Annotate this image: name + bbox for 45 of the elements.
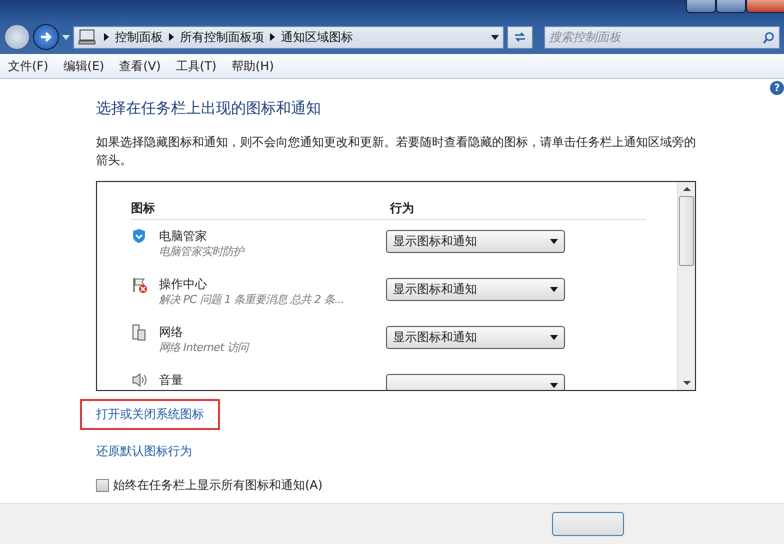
search-icon xyxy=(762,30,775,44)
breadcrumb-item[interactable]: 控制面板 xyxy=(115,28,163,46)
maximize-button[interactable] xyxy=(716,0,746,13)
checkbox-label[interactable]: 始终在任务栏上显示所有图标和通知(A) xyxy=(113,477,323,494)
description-text: 如果选择隐藏图标和通知，则不会向您通知更改和更新。若要随时查看隐藏的图标，请单击任务栏上通知区域旁的箭头。 xyxy=(96,134,697,169)
breadcrumb-arrow-icon[interactable] xyxy=(270,33,275,41)
link[interactable]: 还原默认图标行为 xyxy=(96,444,192,458)
refresh-button[interactable] xyxy=(507,26,533,48)
app-name: 音量 xyxy=(159,372,184,388)
search-field[interactable]: 搜索控制面板 xyxy=(544,26,780,48)
app-description: 电脑管家实时防护 xyxy=(159,244,246,259)
help-button[interactable]: ? xyxy=(770,81,784,95)
behavior-dropdown[interactable]: 显示图标和通知 xyxy=(386,326,565,349)
minimize-button[interactable] xyxy=(686,0,716,13)
computer-icon xyxy=(78,29,96,45)
page-heading: 选择在任务栏上出现的图标和通知 xyxy=(96,99,322,118)
menu-item[interactable]: 工具(T) xyxy=(176,58,216,74)
app-description: 解决 PC 问题 1 条重要消息 总共 2 条... xyxy=(159,292,345,307)
breadcrumb-arrow-icon[interactable] xyxy=(169,33,174,41)
behavior-dropdown[interactable]: 显示图标和通知 xyxy=(386,230,565,253)
address-bar[interactable]: 控制面板 所有控制面板项 通知区域图标 xyxy=(73,26,504,48)
menu-item[interactable]: 查看(V) xyxy=(119,58,161,74)
menu-item[interactable]: 文件(F) xyxy=(8,58,48,74)
back-button[interactable] xyxy=(4,24,30,50)
column-header: 图标 xyxy=(131,200,156,217)
speaker-icon xyxy=(131,372,149,390)
checkbox[interactable] xyxy=(96,479,109,492)
scrollbar[interactable] xyxy=(677,182,695,390)
app-description: 网络 Internet 访问 xyxy=(159,340,250,355)
menu-item[interactable]: 帮助(H) xyxy=(232,58,274,74)
close-button[interactable] xyxy=(746,0,784,13)
app-name: 网络 xyxy=(159,324,184,340)
column-header: 行为 xyxy=(390,200,414,217)
app-name: 操作中心 xyxy=(159,276,208,292)
forward-button[interactable] xyxy=(33,24,59,50)
breadcrumb-item[interactable]: 所有控制面板项 xyxy=(180,28,264,46)
dialog-button[interactable] xyxy=(552,512,624,536)
dropdown-arrow-icon[interactable] xyxy=(491,34,499,40)
breadcrumb-arrow-icon[interactable] xyxy=(104,33,109,41)
link[interactable]: 打开或关闭系统图标 xyxy=(96,407,204,421)
flag-icon xyxy=(131,276,149,294)
app-name: 电脑管家 xyxy=(159,228,208,244)
behavior-dropdown[interactable]: 显示图标和通知 xyxy=(386,278,565,301)
breadcrumb-item[interactable]: 通知区域图标 xyxy=(281,28,353,46)
menu-item[interactable]: 编辑(E) xyxy=(63,58,104,74)
